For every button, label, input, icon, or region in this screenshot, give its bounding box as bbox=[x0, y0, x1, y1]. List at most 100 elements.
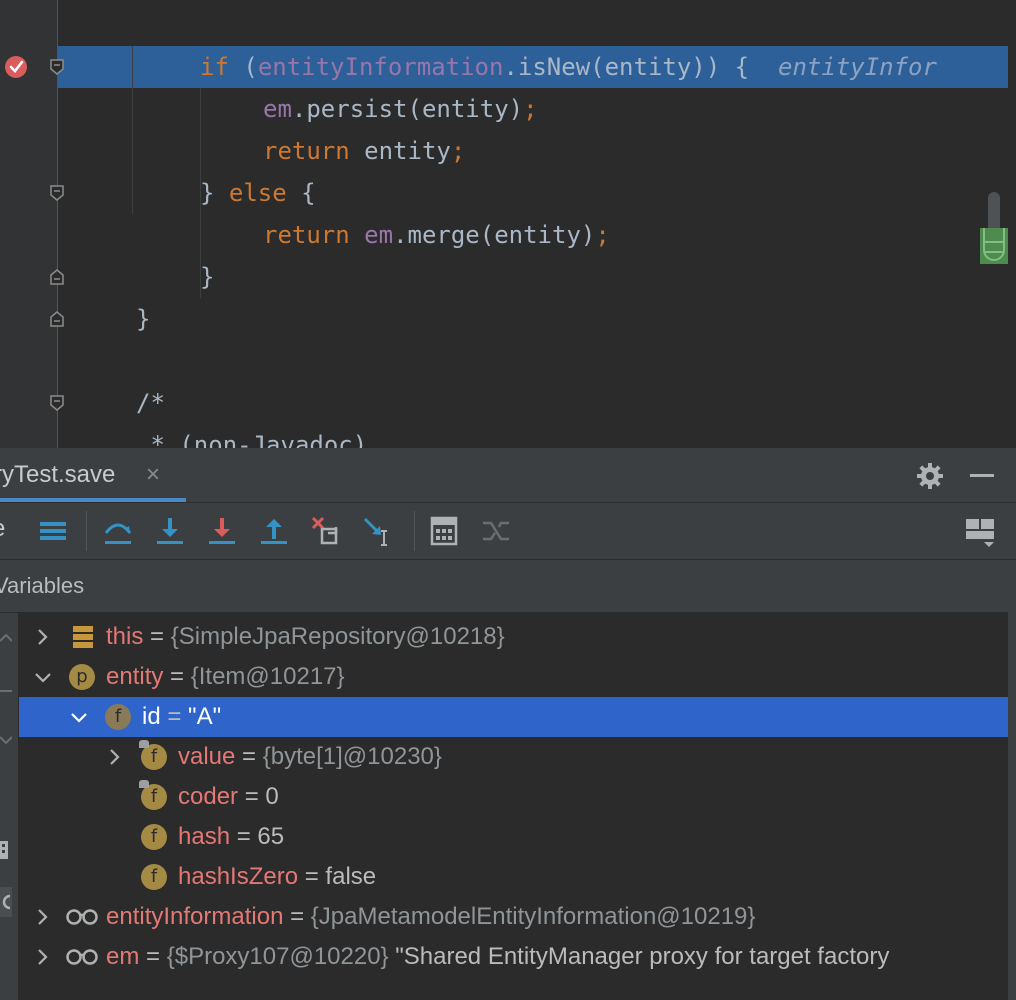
indent-guide bbox=[200, 214, 201, 298]
frames-side-strip bbox=[0, 613, 19, 1000]
watch-icon bbox=[65, 903, 99, 931]
variable-entry: entityInformation = {JpaMetamodelEntityI… bbox=[106, 897, 755, 937]
code-token: ( bbox=[243, 53, 258, 81]
chevron-right-icon[interactable] bbox=[103, 737, 127, 777]
fold-toggle-icon[interactable] bbox=[50, 185, 64, 201]
fold-toggle-icon[interactable] bbox=[50, 311, 64, 327]
chevron-right-icon[interactable] bbox=[31, 617, 55, 657]
code-text: } else { bbox=[200, 172, 316, 214]
code-token: .persist(entity) bbox=[291, 95, 524, 123]
variable-value: "A" bbox=[188, 703, 222, 730]
step-over-icon[interactable] bbox=[102, 515, 134, 547]
close-icon[interactable]: × bbox=[146, 461, 160, 489]
variable-name: value bbox=[178, 743, 236, 770]
fold-toggle-icon[interactable] bbox=[50, 269, 64, 285]
variable-value: {$Proxy107@10220} bbox=[166, 943, 389, 970]
field-icon: f bbox=[141, 864, 167, 890]
fold-toggle-icon[interactable] bbox=[50, 395, 64, 411]
variable-value: {SimpleJpaRepository@10218} bbox=[170, 623, 505, 650]
gear-icon[interactable] bbox=[916, 462, 944, 490]
frame-up-icon[interactable] bbox=[0, 631, 13, 649]
equals-sign: = bbox=[238, 783, 266, 810]
step-into-icon[interactable] bbox=[154, 515, 186, 547]
variable-value: {JpaMetamodelEntityInformation@10219} bbox=[310, 903, 756, 930]
code-token: } bbox=[136, 305, 151, 333]
code-text: * (non-Javadoc) bbox=[136, 424, 367, 448]
code-token: entity bbox=[364, 137, 451, 165]
execution-line[interactable]: if (entityInformation.isNew(entity)) { e… bbox=[58, 46, 1008, 88]
code-token: } bbox=[200, 179, 229, 207]
code-line[interactable]: return em.merge(entity); bbox=[0, 214, 1008, 256]
frame-down-icon[interactable] bbox=[0, 733, 13, 751]
toolbar-separator bbox=[86, 511, 87, 551]
variable-value: 0 bbox=[265, 783, 279, 810]
chevron-down-icon[interactable] bbox=[67, 697, 91, 737]
variable-row-value[interactable]: f value = {byte[1]@10230} bbox=[19, 737, 1008, 777]
debug-tool-window: ryTest.save × e bbox=[0, 448, 1016, 1000]
toolbar-separator bbox=[414, 511, 415, 551]
code-line[interactable]: em.persist(entity); bbox=[0, 88, 1008, 130]
variable-name: coder bbox=[178, 783, 239, 810]
code-line[interactable]: return entity; bbox=[0, 130, 1008, 172]
layout-settings-icon[interactable] bbox=[964, 515, 996, 547]
equals-sign: = bbox=[163, 663, 191, 690]
force-step-into-icon[interactable] bbox=[206, 515, 238, 547]
code-text: return em.merge(entity); bbox=[263, 214, 610, 256]
code-editor[interactable]: if (entityInformation.isNew(entity)) { e… bbox=[0, 0, 1016, 448]
variable-row-coder[interactable]: f coder = 0 bbox=[19, 777, 1008, 817]
variable-name: id bbox=[142, 703, 161, 730]
variable-row-hash[interactable]: f hash = 65 bbox=[19, 817, 1008, 857]
variables-tree[interactable]: this = {SimpleJpaRepository@10218} p entit… bbox=[19, 613, 1008, 1000]
code-token: ; bbox=[595, 221, 610, 249]
variable-entry: hashIsZero = false bbox=[178, 857, 376, 897]
variable-entry: entity = {Item@10217} bbox=[106, 657, 345, 697]
watches-icon[interactable] bbox=[0, 841, 12, 864]
variable-row-id[interactable]: f id = "A" bbox=[19, 697, 1008, 737]
variable-value: 65 bbox=[257, 823, 285, 850]
panel-edge bbox=[1008, 560, 1016, 1000]
run-to-cursor-icon[interactable] bbox=[362, 515, 394, 547]
indent-guide bbox=[132, 46, 133, 214]
equals-sign: = bbox=[143, 623, 171, 650]
active-tab-indicator bbox=[0, 498, 186, 502]
code-token: em bbox=[364, 221, 394, 249]
code-token: return bbox=[263, 137, 365, 165]
variable-name: hash bbox=[178, 823, 231, 850]
tab-session-save[interactable]: ryTest.save × bbox=[0, 448, 186, 502]
breakpoint-icon[interactable] bbox=[4, 55, 28, 79]
code-line[interactable]: } bbox=[0, 298, 1008, 340]
code-line[interactable]: } else { bbox=[0, 172, 1008, 214]
code-token: if bbox=[200, 53, 244, 81]
variable-value: {byte[1]@10230} bbox=[262, 743, 442, 770]
chevron-right-icon[interactable] bbox=[31, 937, 55, 977]
step-out-icon[interactable] bbox=[258, 515, 290, 547]
chevron-right-icon[interactable] bbox=[31, 897, 55, 937]
trace-stream-icon bbox=[480, 515, 512, 547]
console-tab-cut[interactable]: e bbox=[0, 515, 5, 543]
divider-icon bbox=[0, 681, 12, 699]
variable-tostring: "Shared EntityManager proxy for target f… bbox=[388, 943, 890, 970]
code-token: } bbox=[200, 263, 215, 291]
threads-icon[interactable] bbox=[38, 515, 70, 547]
code-token: * (non-Javadoc) bbox=[136, 431, 368, 448]
minimize-icon[interactable] bbox=[970, 474, 994, 477]
fold-toggle-icon[interactable] bbox=[50, 59, 64, 75]
variable-row-entityInformation[interactable]: entityInformation = {JpaMetamodelEntityI… bbox=[19, 897, 1008, 937]
evaluate-expression-icon[interactable] bbox=[428, 515, 460, 547]
variable-entry: this = {SimpleJpaRepository@10218} bbox=[106, 617, 505, 657]
restore-layout-icon[interactable] bbox=[0, 887, 12, 922]
code-token: .merge(entity) bbox=[393, 221, 596, 249]
code-line[interactable]: /* bbox=[0, 382, 1008, 424]
variable-name: hashIsZero bbox=[178, 863, 299, 890]
drop-frame-icon[interactable] bbox=[310, 515, 342, 547]
variable-row-this[interactable]: this = {SimpleJpaRepository@10218} bbox=[19, 617, 1008, 657]
variable-row-em[interactable]: em = {$Proxy107@10220} "Shared EntityMan… bbox=[19, 937, 1008, 977]
chevron-down-icon[interactable] bbox=[31, 657, 55, 697]
variable-row-hashIsZero[interactable]: f hashIsZero = false bbox=[19, 857, 1008, 897]
variable-value: false bbox=[325, 863, 377, 890]
variable-name: entityInformation bbox=[106, 903, 284, 930]
code-token: /* bbox=[136, 389, 165, 417]
code-line[interactable]: * (non-Javadoc) bbox=[0, 424, 1008, 448]
variable-row-entity[interactable]: p entity = {Item@10217} bbox=[19, 657, 1008, 697]
code-line[interactable]: } bbox=[0, 256, 1008, 298]
